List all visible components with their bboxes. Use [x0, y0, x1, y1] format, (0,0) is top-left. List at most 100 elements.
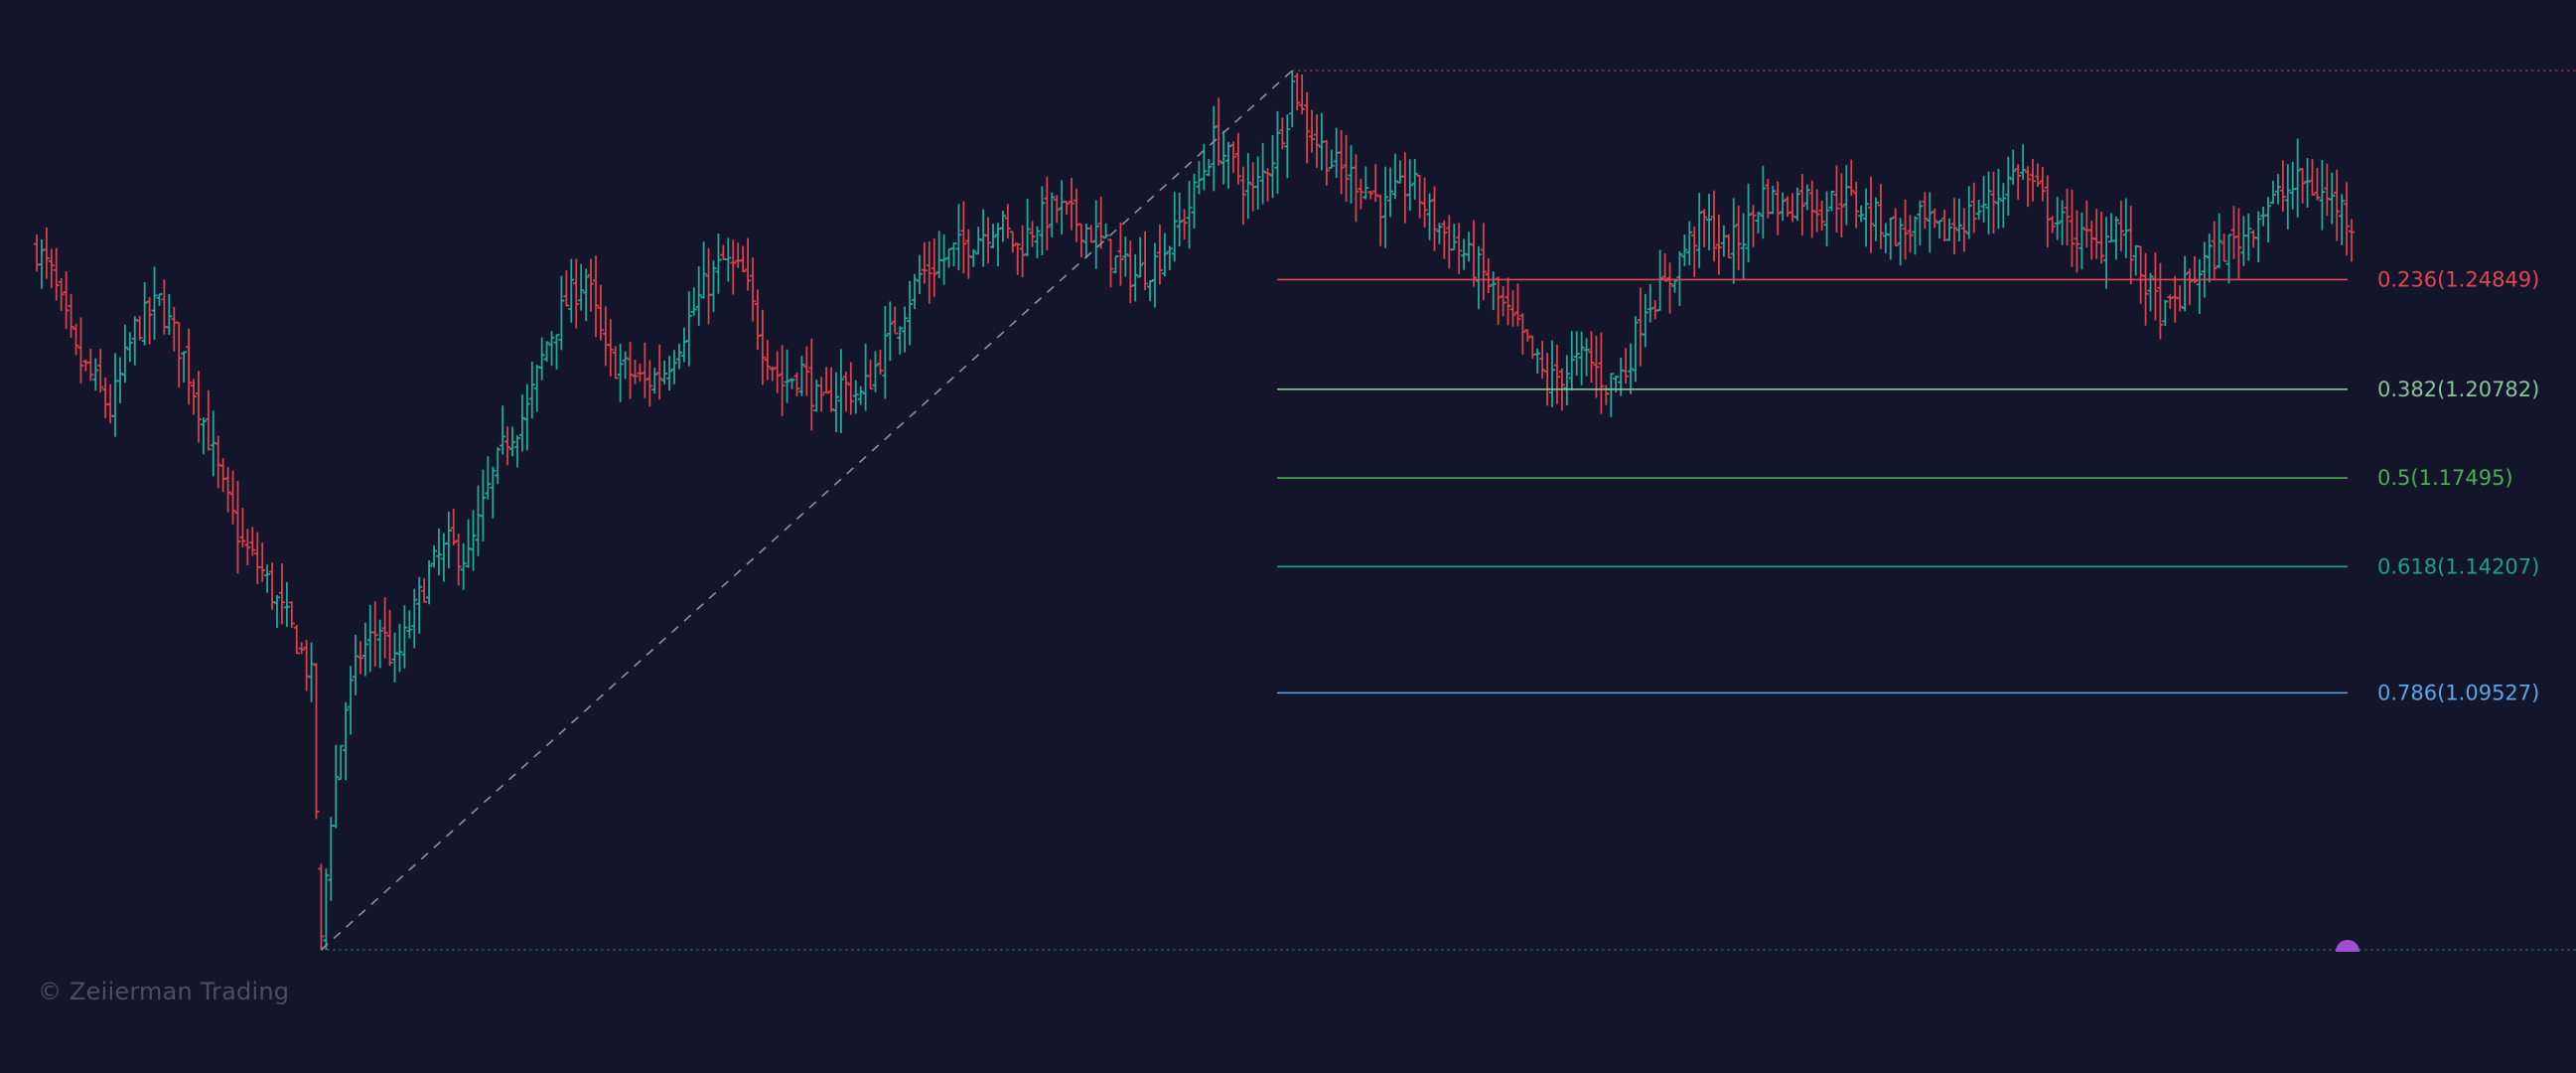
ohlc-bar	[1808, 180, 1815, 238]
ohlc-bar	[116, 357, 123, 403]
ohlc-bar	[200, 417, 207, 455]
ohlc-bar	[1798, 174, 1805, 236]
ohlc-bar	[1715, 214, 1722, 275]
ohlc-bar	[573, 258, 580, 329]
ohlc-bar	[1456, 223, 1463, 274]
ohlc-bar	[1117, 223, 1124, 286]
ohlc-bar	[887, 301, 894, 362]
ohlc-bar	[1970, 182, 1977, 233]
ohlc-bar	[1401, 152, 1408, 224]
ohlc-bar	[921, 241, 928, 284]
ohlc-bar	[750, 257, 757, 322]
ohlc-bar	[1897, 218, 1904, 266]
signal-marker-icon[interactable]	[2336, 940, 2360, 952]
ohlc-bar	[401, 605, 408, 669]
ohlc-bar	[376, 619, 383, 669]
ohlc-bar	[837, 349, 844, 433]
ohlc-bar	[916, 254, 923, 294]
ohlc-bar	[1745, 183, 1752, 263]
ohlc-bar	[926, 241, 932, 304]
ohlc-bar	[1941, 209, 1948, 241]
ohlc-bar	[1064, 201, 1071, 215]
ohlc-bar	[823, 367, 830, 394]
price-chart[interactable]: 0.236(1.24849) 0.382(1.20782) 0.5(1.17495)…	[0, 0, 2576, 1073]
ohlc-bar	[1553, 344, 1560, 404]
ohlc-bar	[1656, 249, 1663, 311]
ohlc-bar	[1710, 190, 1717, 262]
ohlc-bar	[58, 277, 65, 311]
ohlc-bar	[1211, 105, 1217, 192]
ohlc-bar	[813, 380, 820, 412]
ohlc-bar	[1848, 159, 1855, 197]
ohlc-bar	[1107, 238, 1114, 288]
ohlc-bar	[480, 469, 487, 542]
ohlc-bar	[1087, 225, 1094, 243]
ohlc-bar	[445, 511, 452, 569]
ohlc-bar	[2216, 213, 2222, 269]
ohlc-bar	[1995, 168, 2002, 230]
ohlc-bar	[671, 350, 678, 384]
ohlc-bar	[832, 372, 839, 433]
chart-canvas[interactable]: 0.236(1.24849) 0.382(1.20782) 0.5(1.17495)…	[0, 0, 2576, 1073]
ohlc-bar	[1387, 167, 1394, 218]
ohlc-bar	[1289, 71, 1296, 128]
ohlc-bar	[1770, 186, 1777, 215]
ohlc-bar	[788, 378, 795, 389]
ohlc-bar	[710, 260, 717, 312]
ohlc-bar	[1950, 198, 1957, 255]
ohlc-bar	[102, 378, 109, 418]
ohlc-bar	[416, 576, 423, 634]
ohlc-bar	[366, 604, 373, 673]
ohlc-bar	[121, 324, 128, 383]
ohlc-bar	[980, 209, 987, 267]
ohlc-bar	[872, 351, 879, 392]
ohlc-bar	[690, 287, 697, 316]
ohlc-bar	[1500, 285, 1506, 317]
ohlc-bar	[1578, 331, 1585, 385]
ohlc-bar	[994, 223, 1001, 267]
ohlc-bar	[2225, 233, 2232, 284]
ohlc-bar	[1583, 338, 1590, 377]
ohlc-bar	[1676, 250, 1683, 306]
ohlc-bar	[740, 245, 747, 272]
ohlc-bar	[1358, 178, 1364, 210]
ohlc-bar	[558, 275, 565, 351]
ohlc-bar	[1588, 331, 1595, 383]
ohlc-bar	[1490, 271, 1497, 311]
ohlc-bar	[2078, 212, 2085, 270]
ohlc-bar	[518, 394, 525, 452]
ohlc-bar	[1671, 279, 1678, 293]
ohlc-bar	[548, 331, 555, 366]
ohlc-bar	[999, 211, 1006, 242]
ohlc-bar	[343, 701, 350, 781]
ohlc-bar	[2088, 221, 2095, 260]
ohlc-bar	[455, 534, 462, 586]
ohlc-bar	[224, 466, 231, 513]
ohlc-bar	[902, 306, 909, 353]
ohlc-bar	[1529, 335, 1536, 360]
ohlc-bar	[2265, 197, 2272, 243]
ohlc-bar	[1877, 184, 1884, 249]
ohlc-bar	[2025, 166, 2032, 208]
ohlc-bar	[784, 349, 790, 403]
ohlc-bar	[1142, 230, 1149, 291]
ohlc-bar	[907, 280, 914, 346]
ohlc-bar	[705, 247, 712, 325]
ohlc-bar	[1077, 223, 1084, 257]
ohlc-bar	[1887, 217, 1894, 260]
ohlc-bar	[1882, 223, 1889, 254]
ohlc-bar	[935, 230, 942, 278]
ohlc-bar	[818, 377, 825, 412]
ohlc-bar	[1706, 193, 1713, 250]
ohlc-bar	[1980, 176, 1987, 223]
ohlc-bar	[950, 241, 957, 267]
ohlc-bar	[1234, 132, 1241, 185]
ohlc-bar	[955, 204, 962, 271]
ohlc-bar	[328, 817, 335, 901]
ohlc-bar	[112, 353, 119, 437]
ohlc-bar	[1220, 130, 1227, 185]
ohlc-bar	[1431, 186, 1438, 251]
ohlc-bar	[528, 362, 535, 419]
ohlc-bar	[2054, 197, 2061, 240]
ohlc-bar	[244, 529, 251, 566]
